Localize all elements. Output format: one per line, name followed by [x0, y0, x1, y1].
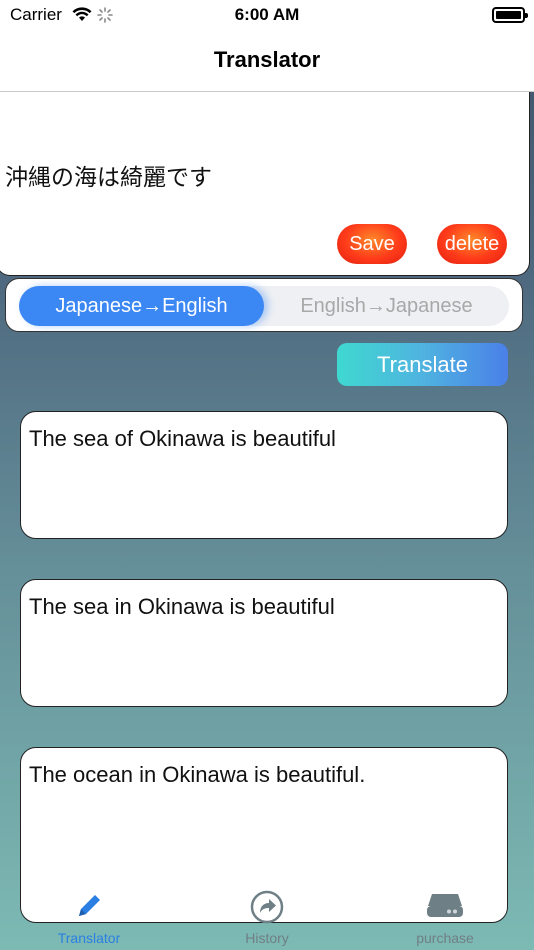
tab-bar: Translator History purchase [0, 880, 534, 950]
result-text: The ocean in Okinawa is beautiful. [29, 762, 366, 787]
language-direction-control: Japanese→English English→Japanese [5, 278, 523, 332]
clock: 6:00 AM [234, 5, 300, 24]
source-text-area[interactable]: 沖縄の海は綺麗です Save delete [0, 92, 530, 276]
result-text: The sea in Okinawa is beautiful [29, 594, 335, 619]
tab-history[interactable]: History [178, 880, 356, 950]
tab-purchase[interactable]: purchase [356, 880, 534, 950]
tab-translator[interactable]: Translator [0, 880, 178, 950]
top-bar: Carrier 6:00 AM Translator [0, 0, 534, 92]
tab-label: purchase [416, 930, 474, 946]
share-arrow-icon [178, 890, 356, 924]
page-title: Translator [213, 47, 321, 72]
translate-button[interactable]: Translate [337, 343, 508, 386]
tab-label: History [245, 930, 289, 946]
translation-result-1[interactable]: The sea of Okinawa is beautiful [20, 411, 508, 539]
translation-result-2[interactable]: The sea in Okinawa is beautiful [20, 579, 508, 707]
segment-english-japanese[interactable]: English→Japanese [264, 286, 509, 326]
result-text: The sea of Okinawa is beautiful [29, 426, 336, 451]
source-text[interactable]: 沖縄の海は綺麗です [5, 158, 212, 192]
hard-drive-icon [356, 890, 534, 920]
save-button[interactable]: Save [337, 224, 407, 264]
tab-label: Translator [57, 930, 121, 946]
pencil-icon [0, 890, 178, 922]
battery-icon [492, 7, 528, 23]
segment-track: Japanese→English English→Japanese [19, 286, 509, 326]
status-bar: Carrier 6:00 AM [0, 0, 534, 30]
delete-button[interactable]: delete [437, 224, 507, 264]
segment-japanese-english[interactable]: Japanese→English [19, 286, 264, 326]
